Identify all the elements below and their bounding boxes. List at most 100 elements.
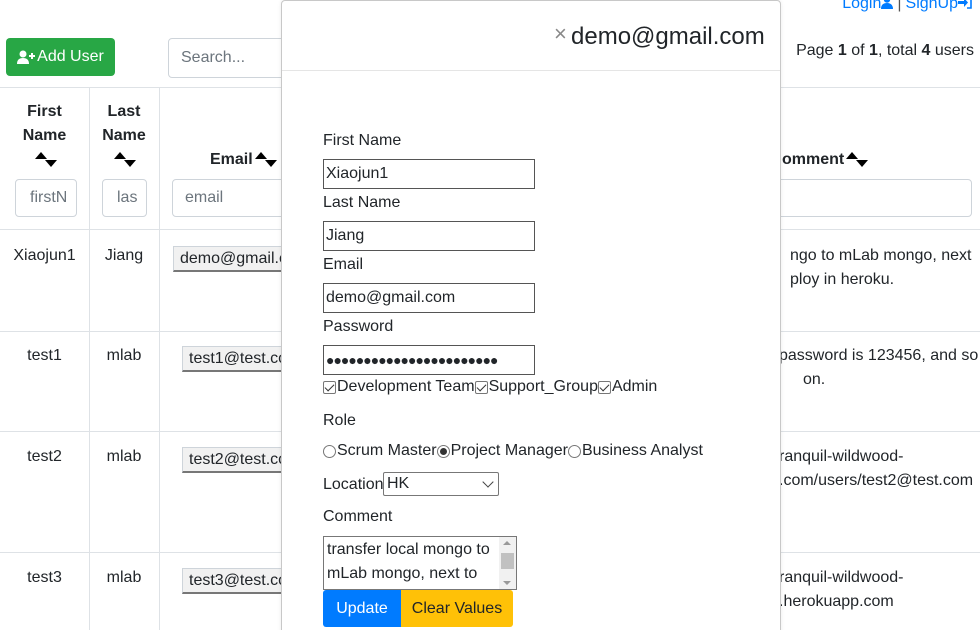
location-select[interactable]: HK — [383, 472, 499, 496]
modal-header: × demo@gmail.com — [282, 1, 780, 71]
header-first-name[interactable]: First Name — [0, 100, 89, 172]
first-name-label: First Name — [323, 132, 402, 149]
page-prefix: Page — [796, 42, 838, 59]
cell-email[interactable]: test2@test.co — [182, 447, 283, 473]
login-link[interactable]: Login — [842, 0, 894, 12]
filter-first-name-input[interactable]: firstN — [15, 179, 77, 217]
role-radios: Scrum Master Project Manager Business An… — [323, 442, 703, 460]
radio-project-manager[interactable] — [436, 444, 450, 458]
header-first-line2: Name — [22, 127, 67, 144]
user-icon — [881, 0, 894, 9]
header-email-label: Email — [210, 151, 253, 168]
header-comment-label: omment — [782, 151, 845, 168]
cell-last-name: mlab — [106, 347, 142, 364]
cell-first-name: test1 — [27, 347, 62, 364]
role-label-business-analyst: Business Analyst — [581, 442, 703, 459]
cell-last-name: mlab — [106, 569, 142, 586]
filter-first-placeholder: firstN — [30, 189, 68, 206]
add-user-button[interactable]: Add User — [6, 38, 115, 76]
cell-comment-line1: ngo to mLab mongo, next — [790, 247, 972, 264]
last-name-label: Last Name — [323, 194, 401, 211]
cell-comment-line2: ploy in heroku. — [790, 271, 895, 288]
signup-label: SignUp — [905, 0, 958, 12]
header-last-line1: Last — [107, 103, 141, 120]
scroll-down-icon[interactable] — [503, 581, 511, 585]
group-label-admin: Admin — [611, 378, 658, 395]
group-label-development-team: Development Team — [337, 378, 475, 395]
auth-separator: | — [897, 0, 902, 12]
radio-business-analyst[interactable] — [567, 444, 581, 458]
user-plus-icon — [17, 50, 36, 64]
clear-values-button[interactable]: Clear Values — [401, 590, 513, 627]
first-name-field[interactable]: Xiaojun1 — [323, 159, 535, 189]
header-email[interactable]: Email — [210, 148, 280, 172]
first-name-value: Xiaojun1 — [326, 165, 389, 182]
add-user-label: Add User — [37, 48, 104, 65]
password-field[interactable]: ●●●●●●●●●●●●●●●●●●●●●●● — [323, 345, 535, 375]
chevron-down-icon — [482, 476, 494, 488]
filter-last-name-input[interactable]: las — [102, 179, 147, 217]
password-value: ●●●●●●●●●●●●●●●●●●●●●●● — [326, 352, 498, 368]
password-label: Password — [323, 318, 394, 335]
textarea-scrollbar[interactable] — [499, 537, 516, 589]
sort-icon[interactable] — [112, 150, 136, 170]
close-icon[interactable]: × — [554, 21, 567, 47]
total-prefix: , total — [877, 42, 922, 59]
cell-last-name: mlab — [106, 448, 142, 465]
modal-title: demo@gmail.com — [571, 23, 765, 50]
checkbox-development-team[interactable] — [323, 380, 336, 394]
pagination-info: Page 1 of 1, total 4 users — [796, 42, 974, 60]
header-comment[interactable]: omment — [782, 148, 872, 172]
radio-scrum-master[interactable] — [323, 444, 336, 458]
filter-email-placeholder: email — [185, 189, 224, 206]
comment-value: transfer local mongo to mLab mongo, next… — [327, 541, 490, 582]
signup-link[interactable]: SignUp — [906, 0, 972, 12]
comment-label: Comment — [323, 508, 393, 525]
filter-last-placeholder: las — [117, 189, 138, 206]
filter-comment-input[interactable] — [770, 179, 972, 217]
header-first-line1: First — [27, 103, 62, 120]
cell-email[interactable]: test3@test.co — [182, 568, 283, 594]
role-label: Role — [323, 412, 356, 429]
scroll-thumb[interactable] — [501, 553, 514, 569]
checkbox-support-group[interactable] — [474, 380, 488, 394]
total-suffix: users — [930, 42, 974, 59]
page-of: of — [846, 42, 870, 59]
sort-icon[interactable] — [844, 150, 869, 170]
comment-textarea[interactable]: transfer local mongo to mLab mongo, next… — [323, 536, 517, 590]
cell-comment-line1: ranquil-wildwood- — [779, 448, 904, 465]
page-total: 1 — [869, 42, 878, 59]
cell-comment-line1: password is 123456, and so — [779, 347, 979, 364]
location-value: HK — [387, 475, 410, 492]
last-name-field[interactable]: Jiang — [323, 221, 535, 251]
header-last-name[interactable]: Last Name — [89, 100, 159, 172]
page-current: 1 — [837, 42, 847, 59]
cell-first-name: Xiaojun1 — [13, 247, 76, 264]
cell-first-name: test2 — [27, 448, 62, 465]
checkbox-admin[interactable] — [597, 380, 611, 394]
email-field[interactable]: demo@gmail.com — [323, 283, 535, 313]
auth-links: Login | SignUp — [842, 0, 972, 13]
location-label: Location — [323, 476, 384, 493]
sign-in-icon — [958, 0, 972, 9]
cell-comment-line2: .com/users/test2@test.com — [779, 472, 974, 489]
edit-user-modal: × demo@gmail.com First Name Xiaojun1 Las… — [281, 0, 781, 630]
group-checkboxes: Development Team Support_Group Admin — [323, 378, 657, 396]
email-label: Email — [323, 256, 364, 273]
sort-icon[interactable] — [253, 150, 277, 170]
search-input[interactable]: Search... — [168, 38, 298, 78]
cell-last-name: Jiang — [104, 247, 144, 264]
cell-email[interactable]: demo@gmail.c — [173, 246, 283, 272]
scroll-up-icon[interactable] — [503, 541, 511, 545]
cell-first-name: test3 — [27, 569, 62, 586]
group-label-support-group: Support_Group — [488, 378, 598, 395]
login-label: Login — [842, 0, 882, 12]
update-button[interactable]: Update — [323, 590, 401, 627]
cell-comment-line1: ranquil-wildwood- — [779, 569, 904, 586]
cell-email[interactable]: test1@test.co — [182, 346, 283, 372]
header-last-line2: Name — [102, 127, 146, 144]
sort-icon[interactable] — [33, 150, 57, 170]
filter-email-input[interactable]: email — [172, 179, 292, 217]
role-label-scrum-master: Scrum Master — [337, 442, 437, 459]
email-value: demo@gmail.com — [326, 289, 456, 306]
